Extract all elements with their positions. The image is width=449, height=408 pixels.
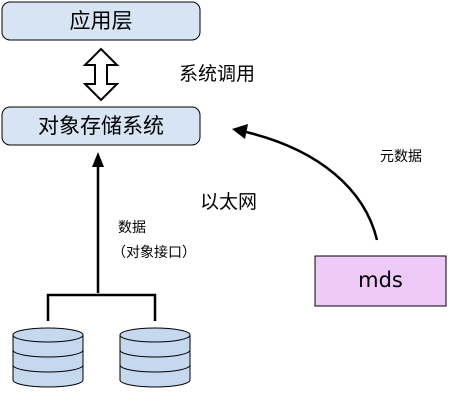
app-layer-label-wrap: 应用层: [2, 11, 200, 32]
data-label: 数据: [118, 220, 146, 236]
object-interface-label: （对象接口）: [112, 245, 196, 261]
app-layer-label: 应用层: [69, 9, 133, 33]
disk-icon-right: [119, 327, 191, 388]
system-call-label: 系统调用: [179, 63, 256, 85]
mds-label: mds: [358, 268, 403, 292]
metadata-label: 元数据: [380, 149, 422, 165]
disk-icon-left: [12, 327, 84, 388]
system-call-double-arrow: [82, 47, 120, 102]
disk-connector-bracket: [46, 293, 157, 321]
object-storage-label: 对象存储系统: [38, 114, 164, 138]
ethernet-label: 以太网: [200, 191, 258, 213]
mds-label-wrap: mds: [315, 270, 446, 291]
storage-architecture-diagram: 应用层 对象存储系统 mds 系统调用 元数据 以太网 数据 （对象接口）: [0, 0, 449, 408]
metadata-arrow-head: [232, 124, 248, 139]
object-storage-label-wrap: 对象存储系统: [2, 116, 200, 137]
data-arrow-head: [92, 152, 104, 167]
metadata-curved-arrow: [245, 130, 379, 241]
